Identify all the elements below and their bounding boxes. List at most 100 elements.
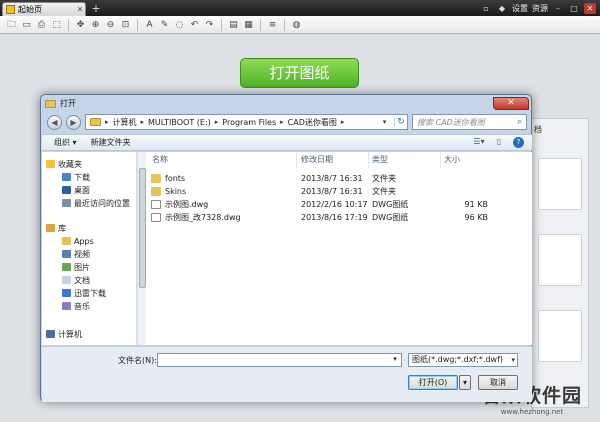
video-icon bbox=[62, 250, 71, 258]
nav-scrollbar[interactable] bbox=[137, 152, 146, 345]
preview-pane-icon[interactable]: ▯ bbox=[493, 137, 505, 148]
tab-start-page[interactable]: 起始页 ✕ bbox=[2, 2, 86, 16]
organize-button[interactable]: 组织 ▾ bbox=[54, 137, 77, 148]
zoom-out-icon[interactable]: ⊖ bbox=[104, 18, 117, 31]
new-folder-button[interactable]: 新建文件夹 bbox=[91, 137, 131, 148]
color-icon[interactable]: ◍ bbox=[290, 18, 303, 31]
nav-item-label: 音乐 bbox=[74, 301, 90, 311]
nav-item-label: 视频 bbox=[74, 249, 90, 259]
file-row[interactable]: fonts 2013/8/7 16:31 文件夹 bbox=[146, 172, 532, 185]
help-icon[interactable]: ? bbox=[513, 137, 524, 148]
app-titlebar: 起始页 ✕ + ▫ ◆ 设置 资源 – □ ✕ bbox=[0, 0, 600, 16]
cancel-button[interactable]: 取消 bbox=[478, 375, 518, 390]
file-row[interactable]: 示例图_改7328.dwg 2013/8/16 17:19 DWG图纸 96 K… bbox=[146, 211, 532, 224]
column-header-date[interactable]: 修改日期 bbox=[301, 154, 333, 166]
recent-card[interactable] bbox=[538, 158, 582, 210]
open-options-button[interactable]: ▾ bbox=[459, 375, 471, 390]
nav-item-recent[interactable]: 最近访问的位置 bbox=[62, 197, 130, 209]
recent-card[interactable] bbox=[538, 310, 582, 362]
zoom-window-icon[interactable]: ⬚ bbox=[50, 18, 63, 31]
nav-item-music[interactable]: 音乐 bbox=[62, 300, 90, 312]
pen-icon[interactable]: ✎ bbox=[158, 18, 171, 31]
resources-link[interactable]: 资源 bbox=[532, 3, 548, 14]
nav-item-label: 文档 bbox=[74, 275, 90, 285]
nav-item-desktop[interactable]: 桌面 bbox=[62, 184, 90, 196]
recent-panel-label: 档 bbox=[534, 125, 542, 134]
toolbar-separator bbox=[137, 18, 138, 31]
breadcrumb-program-files[interactable]: Program Files bbox=[222, 118, 276, 127]
nav-item-computer[interactable]: 计算机 bbox=[46, 328, 82, 340]
skin-icon[interactable]: ▫ bbox=[480, 3, 492, 14]
column-divider bbox=[368, 152, 369, 168]
nav-item-thunder[interactable]: 迅雷下载 bbox=[62, 287, 106, 299]
file-row[interactable]: 示例图.dwg 2012/2/16 10:17 DWG图纸 91 KB bbox=[146, 198, 532, 211]
nav-item-video[interactable]: 视频 bbox=[62, 248, 90, 260]
dialog-bottom-area: 文件名(N): ▾ 图纸(*.dwg;*.dxf;*.dwf) ▾ 打开(O) … bbox=[42, 346, 532, 402]
file-type: 文件夹 bbox=[372, 174, 396, 183]
nav-item-label: Apps bbox=[74, 236, 94, 246]
toolbar-separator bbox=[68, 18, 69, 31]
open-button[interactable]: 打开(O) bbox=[408, 375, 458, 390]
nav-item-apps[interactable]: Apps bbox=[62, 235, 94, 247]
print-icon[interactable]: ⎙ bbox=[35, 18, 48, 31]
dialog-close-button[interactable]: ✕ bbox=[493, 97, 529, 110]
recent-places-icon bbox=[62, 199, 71, 207]
undo-icon[interactable]: ↶ bbox=[188, 18, 201, 31]
nav-item-favorites[interactable]: 收藏夹 bbox=[46, 158, 82, 170]
breadcrumb-drive[interactable]: MULTIBOOT (E:) bbox=[148, 118, 211, 127]
refresh-icon[interactable]: ↻ bbox=[394, 117, 407, 127]
nav-scrollbar-thumb[interactable] bbox=[139, 168, 146, 288]
folder-icon bbox=[151, 174, 161, 183]
search-icon[interactable]: ⌕ bbox=[513, 117, 526, 127]
open-folder-icon[interactable]: 🗀 bbox=[5, 18, 18, 31]
dialog-titlebar: 打开 bbox=[45, 98, 76, 109]
column-header-name[interactable]: 名称 bbox=[152, 154, 168, 166]
zoom-extents-icon[interactable]: ⊡ bbox=[119, 18, 132, 31]
column-header-type[interactable]: 类型 bbox=[372, 154, 388, 166]
computer-icon bbox=[46, 330, 55, 338]
address-bar[interactable]: ▸ 计算机 ▸ MULTIBOOT (E:) ▸ Program Files ▸… bbox=[85, 114, 408, 130]
redo-icon[interactable]: ↷ bbox=[203, 18, 216, 31]
filename-input[interactable]: ▾ bbox=[157, 353, 402, 367]
nav-item-pictures[interactable]: 图片 bbox=[62, 261, 90, 273]
music-icon bbox=[62, 302, 71, 310]
minimize-button[interactable]: – bbox=[552, 3, 564, 14]
text-icon[interactable]: A bbox=[143, 18, 156, 31]
column-header-size[interactable]: 大小 bbox=[444, 154, 460, 166]
tab-close-icon[interactable]: ✕ bbox=[75, 5, 85, 14]
nav-item-label: 下载 bbox=[74, 172, 90, 182]
back-button[interactable]: ◀ bbox=[47, 114, 62, 130]
file-type: 文件夹 bbox=[372, 187, 396, 196]
address-dropdown-icon[interactable]: ▾ bbox=[379, 118, 390, 126]
layers-stack-icon[interactable]: ≡ bbox=[266, 18, 279, 31]
filename-label: 文件名(N): bbox=[118, 356, 157, 365]
close-button[interactable]: ✕ bbox=[584, 2, 596, 14]
eraser-icon[interactable]: ◌ bbox=[173, 18, 186, 31]
save-icon[interactable]: ▭ bbox=[20, 18, 33, 31]
chevron-down-icon[interactable]: ▾ bbox=[390, 355, 400, 363]
search-input[interactable]: 搜索 CAD迷你看图 ⌕ bbox=[412, 114, 527, 130]
toolbar-separator bbox=[221, 18, 222, 31]
forward-button[interactable]: ▶ bbox=[66, 114, 81, 130]
maximize-button[interactable]: □ bbox=[568, 3, 580, 14]
open-drawing-button[interactable]: 打开图纸 bbox=[240, 58, 359, 88]
file-row[interactable]: Skins 2013/8/7 16:31 文件夹 bbox=[146, 185, 532, 198]
settings-link[interactable]: 设置 bbox=[512, 3, 528, 14]
view-options-icon[interactable]: ☰▾ bbox=[473, 137, 485, 148]
nav-item-label: 最近访问的位置 bbox=[74, 198, 130, 208]
library-icon bbox=[46, 224, 55, 232]
breadcrumb-cad[interactable]: CAD迷你看图 bbox=[288, 117, 337, 128]
layout-icon[interactable]: ▦ bbox=[242, 18, 255, 31]
filetype-select[interactable]: 图纸(*.dwg;*.dxf;*.dwf) ▾ bbox=[408, 353, 518, 367]
zoom-in-icon[interactable]: ⊕ bbox=[89, 18, 102, 31]
nav-item-documents[interactable]: 文档 bbox=[62, 274, 90, 286]
nav-item-library[interactable]: 库 bbox=[46, 222, 66, 234]
new-tab-button[interactable]: + bbox=[90, 3, 102, 15]
breadcrumb-computer[interactable]: 计算机 bbox=[113, 117, 137, 128]
layer-icon[interactable]: ▤ bbox=[227, 18, 240, 31]
theme-icon[interactable]: ◆ bbox=[496, 3, 508, 14]
recent-card[interactable] bbox=[538, 234, 582, 286]
nav-item-download[interactable]: 下载 bbox=[62, 171, 90, 183]
picture-icon bbox=[62, 263, 71, 271]
pan-icon[interactable]: ✥ bbox=[74, 18, 87, 31]
